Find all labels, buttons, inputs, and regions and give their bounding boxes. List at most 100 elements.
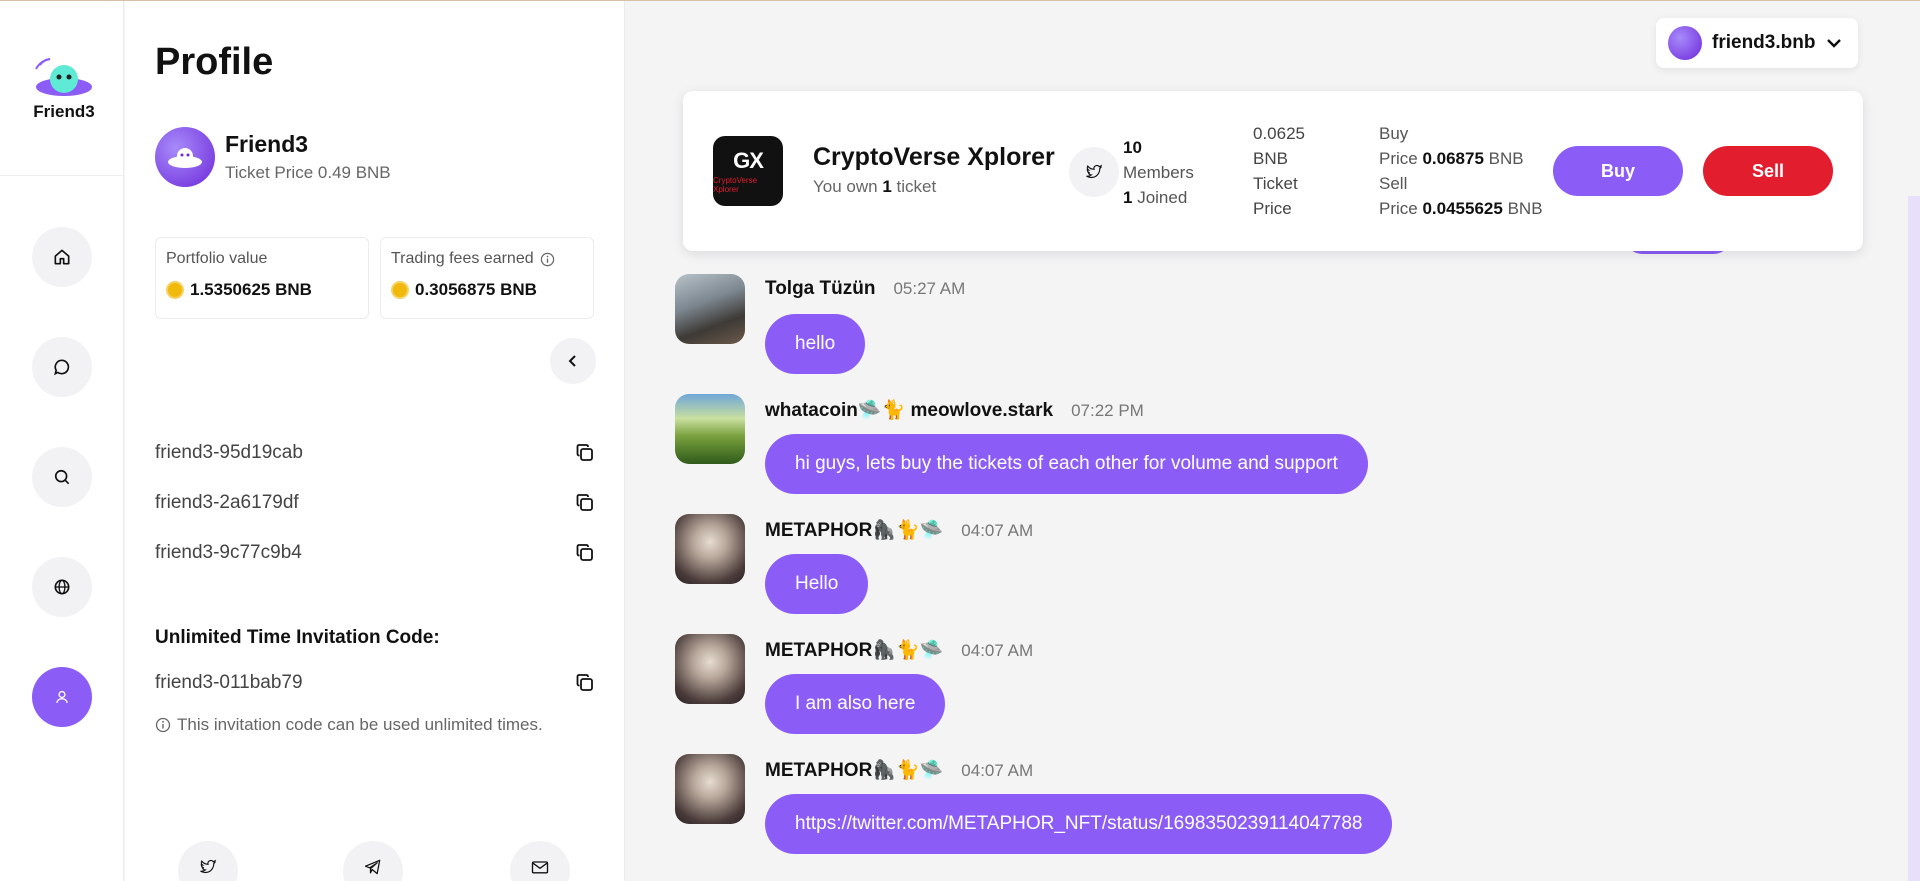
account-name: friend3.bnb [1712, 32, 1816, 53]
globe-icon [54, 579, 70, 595]
twitter-icon [200, 859, 217, 874]
chat-scrollbar[interactable] [1908, 196, 1920, 881]
nav-profile[interactable] [32, 667, 92, 727]
user-avatar[interactable] [675, 514, 745, 584]
sell-price-value: 0.0455625 [1422, 199, 1503, 218]
info-icon [155, 717, 171, 733]
account-menu[interactable]: friend3.bnb [1656, 18, 1858, 68]
copy-icon[interactable] [575, 543, 595, 563]
ticket-price-unit: BNB [1253, 149, 1288, 168]
message-username[interactable]: Tolga Tüzün [765, 278, 875, 300]
ticket-price-label-2: Price [1253, 199, 1292, 218]
room-ticket-price: 0.0625 BNB Ticket Price [1253, 121, 1323, 221]
twitter-icon [1086, 164, 1103, 179]
room-twitter-button[interactable] [1069, 147, 1119, 197]
telegram-icon [364, 859, 381, 875]
chevron-left-icon [568, 355, 576, 367]
fees-card: Trading fees earned 0.3056875 BNB [380, 237, 594, 319]
message-time: 05:27 AM [893, 279, 966, 298]
app-logo[interactable]: Friend3 [28, 57, 100, 123]
user-avatar[interactable] [675, 394, 745, 464]
user-avatar[interactable] [675, 634, 745, 704]
sell-price-heading: Sell [1379, 174, 1408, 193]
portfolio-card: Portfolio value 1.5350625 BNB [155, 237, 369, 319]
message-bubble: hi guys, lets buy the tickets of each ot… [765, 434, 1368, 494]
message-bubble: Hello [765, 554, 869, 614]
nav-home[interactable] [32, 227, 92, 287]
bnb-coin-icon [391, 281, 409, 299]
members-count: 10 [1123, 138, 1142, 157]
user-avatar[interactable] [675, 274, 745, 344]
message-username[interactable]: METAPHOR🦍🐈🛸 [765, 638, 943, 662]
user-avatar[interactable] [675, 754, 745, 824]
avatar [155, 127, 215, 187]
message-username[interactable]: METAPHOR🦍🐈🛸 [765, 758, 943, 782]
ufo-logo-icon [35, 58, 92, 96]
own-prefix: You own [813, 177, 878, 196]
buy-price-heading: Buy [1379, 124, 1409, 143]
invite-code-row: friend3-9c77c9b4 [155, 538, 595, 568]
portfolio-label: Portfolio value [166, 250, 268, 267]
fees-label: Trading fees earned [391, 250, 534, 267]
message-time: 04:07 AM [961, 641, 1034, 660]
buy-price-label: Price [1379, 149, 1418, 168]
invite-code: friend3-2a6179df [155, 492, 299, 513]
account-avatar [1668, 26, 1702, 60]
invite-code: friend3-95d19cab [155, 442, 303, 463]
message-username[interactable]: whatacoin🛸🐈 meowlove.stark [765, 398, 1053, 422]
message-username[interactable]: METAPHOR🦍🐈🛸 [765, 518, 943, 542]
collapse-panel-button[interactable] [550, 338, 596, 384]
own-count: 1 [882, 177, 892, 196]
message-time: 04:07 AM [961, 521, 1034, 540]
nav-search[interactable] [32, 447, 92, 507]
copy-icon[interactable] [575, 493, 595, 513]
portfolio-value: 1.5350625 BNB [190, 280, 312, 299]
bnb-coin-icon [166, 281, 184, 299]
room-members: 10 Members 1 Joined [1123, 135, 1194, 210]
unlimited-invite-code: friend3-011bab79 [155, 672, 303, 693]
room-logo-text: CryptoVerse Xplorer [713, 176, 758, 194]
buy-button[interactable]: Buy [1553, 146, 1683, 196]
logo-text: Friend3 [33, 102, 95, 121]
info-icon[interactable] [540, 252, 555, 267]
invite-code-row: friend3-2a6179df [155, 488, 595, 518]
telegram-link[interactable] [343, 841, 403, 881]
buy-price-value: 0.06875 [1422, 149, 1484, 168]
invitation-note: This invitation code can be used unlimit… [155, 715, 543, 735]
message-time: 04:07 AM [961, 761, 1034, 780]
message-bubble: hello [765, 314, 866, 374]
own-suffix: ticket [896, 177, 937, 196]
invitation-note-text: This invitation code can be used unlimit… [177, 715, 543, 734]
invite-code-row: friend3-95d19cab [155, 438, 595, 468]
invitation-title: Unlimited Time Invitation Code: [155, 627, 440, 648]
copy-icon[interactable] [575, 673, 595, 693]
sell-button[interactable]: Sell [1703, 146, 1833, 196]
home-icon [54, 249, 70, 265]
nav-chat[interactable] [32, 337, 92, 397]
room-logo-mark: GX [733, 148, 764, 173]
nav-explore[interactable] [32, 557, 92, 617]
mail-icon [531, 861, 549, 874]
chat-icon [54, 359, 70, 376]
message-link[interactable]: https://twitter.com/METAPHOR_NFT/status/… [765, 794, 1393, 854]
room-logo: GX CryptoVerse Xplorer [713, 136, 783, 206]
room-buy-sell-prices: Buy Price 0.06875 BNB Sell Price 0.04556… [1379, 121, 1543, 221]
twitter-link[interactable] [178, 841, 238, 881]
ticket-price-label: Ticket [1253, 174, 1298, 193]
copy-icon[interactable] [575, 443, 595, 463]
profile-name: Friend3 [225, 131, 309, 157]
sell-price-label: Price [1379, 199, 1418, 218]
joined-count: 1 [1123, 188, 1133, 207]
ticket-price-value: 0.0625 [1253, 124, 1305, 143]
sell-price-unit: BNB [1507, 199, 1543, 218]
members-label: Members [1123, 163, 1194, 182]
room-card: GX CryptoVerse Xplorer CryptoVerse Xplor… [683, 91, 1863, 251]
message-time: 07:22 PM [1071, 401, 1144, 420]
joined-label: Joined [1137, 188, 1188, 207]
mail-link[interactable] [510, 841, 570, 881]
fees-value: 0.3056875 BNB [415, 280, 537, 299]
message-bubble: I am also here [765, 674, 946, 734]
invite-code: friend3-9c77c9b4 [155, 542, 302, 563]
chevron-down-icon [1827, 39, 1842, 48]
rail-divider [0, 175, 124, 176]
